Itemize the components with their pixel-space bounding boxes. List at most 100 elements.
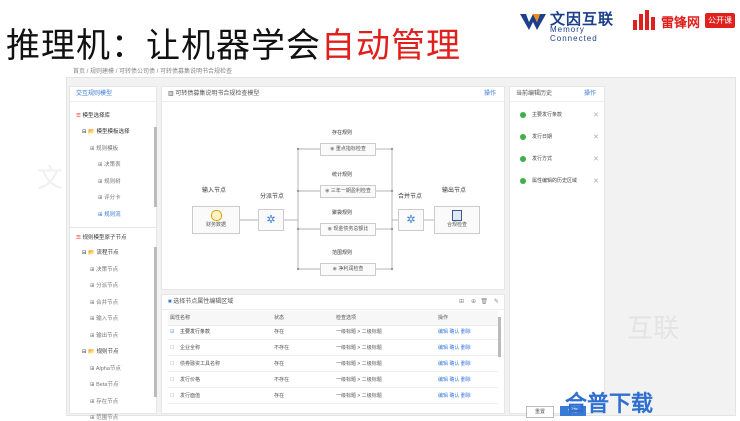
merge-icon: ✲ [406,214,416,226]
pencil-icon[interactable]: ✎ [494,295,499,309]
split-node[interactable]: ✲ [258,209,284,231]
edit-icon: ■ [168,299,172,305]
tree-item-label: 决策节点 [96,266,119,273]
cell-name: 企业全称 [180,345,201,351]
col-name: 属性名称 [170,315,191,321]
history-item[interactable]: 发行日期 ✕ [520,133,600,141]
scrollbar[interactable] [154,127,157,207]
chart-icon: ▥ [168,91,174,97]
tree-item[interactable]: ⊞ 评分卡 [98,193,121,201]
tree-item[interactable]: ⊞ Alpha节点 [90,364,121,372]
row-checkbox[interactable]: ☑ [170,325,174,339]
add-icon[interactable]: ⊕ [471,295,476,309]
title-main: 推理机：让机器学会 [6,26,321,66]
table-row[interactable]: ☑ 主要发行条款 存在 一级标题 > 二级标题 编辑 确认 删除 [168,325,498,340]
atomic-nodes-title: ☰ 规则模型原子节点 [76,235,127,241]
logo-mark-icon [520,14,546,30]
tree-item[interactable]: ⊞ 合并节点 [90,298,118,306]
table-row[interactable]: ☐ 发行价格 不存在 一级标题 > 二级标题 编辑 确认 删除 [168,373,498,388]
data-icon [210,210,222,221]
cell-ops[interactable]: 编辑 确认 删除 [438,357,471,371]
diagram-action-link[interactable]: 操作 [484,87,496,101]
row-checkbox[interactable]: ☐ [170,357,174,371]
logo-en: Memory Connected [550,25,598,43]
tree-item-label: 合并节点 [96,299,119,306]
col-status: 状态 [274,315,285,321]
tree-item[interactable]: ⊟ 📂 流程节点 [82,248,119,256]
scrollbar[interactable] [154,247,157,397]
open-class-badge: 公开课 [705,13,735,28]
cell-ops[interactable]: 编辑 确认 删除 [438,341,471,355]
history-action-link[interactable]: 操作 [584,87,596,101]
cell-ops[interactable]: 编辑 确认 删除 [438,373,471,387]
cell-option: 一级标题 > 二级标题 [336,329,382,335]
rule-node[interactable]: ◉ 重点指标检查 [320,143,376,156]
tree-item[interactable]: ⊞ 范围节点 [90,413,118,421]
tree-item-label: 存在节点 [96,398,119,405]
split-icon: ✲ [266,214,276,226]
watermark: 互联 [627,314,680,344]
merge-node[interactable]: ✲ [398,209,424,231]
output-node[interactable]: 合规检查 [434,206,480,234]
tree-item[interactable]: ⊞ 规则流 [98,210,121,218]
section2-label: 规则模型原子节点 [82,235,127,241]
output-node-label: 合规检查 [446,222,467,228]
download-site-logo: 合普下载 [565,386,653,418]
rule-group-label: 统计规则 [332,172,353,178]
tree-item[interactable]: ⊞ 输出节点 [90,331,118,339]
table-scrollbar[interactable] [498,317,501,357]
delete-icon[interactable]: 🗑 [480,295,488,309]
check-circle-icon [520,111,526,118]
cell-status: 不存在 [274,345,290,351]
cell-status: 存在 [274,329,285,335]
left-panel-title[interactable]: 交互规则模型 [76,91,112,97]
close-icon[interactable]: ✕ [593,155,599,163]
tree-item[interactable]: ⊟ 📂 模型模板选择 [82,127,130,135]
history-title: 当前编辑历史 [516,91,553,97]
tree-item[interactable]: ⊞ 存在节点 [90,397,118,405]
cell-name: 债券融资工具名称 [180,361,221,367]
cell-ops[interactable]: 编辑 确认 删除 [438,389,471,403]
tree-item[interactable]: ⊞ 分派节点 [90,281,118,289]
cell-status: 存在 [274,361,285,367]
reset-button[interactable]: 重置 [526,406,554,418]
close-icon[interactable]: ✕ [593,133,599,141]
tree-item[interactable]: ⊞ Beta节点 [90,380,118,388]
cell-status: 不存在 [274,377,290,383]
row-checkbox[interactable]: ☐ [170,341,174,355]
rule-node[interactable]: ◉ 三年一期盈利检查 [320,185,376,198]
attribute-title: 选择节点属性编辑区域 [173,299,234,305]
tree-item[interactable]: ⊞ 输入节点 [90,314,118,322]
history-item[interactable]: 发行方式 ✕ [520,155,600,163]
folder-icon: ⊟ 📂 [82,250,97,256]
table-row[interactable]: ☐ 企业全称 不存在 一级标题 > 二级标题 编辑 确认 删除 [168,341,498,356]
history-item[interactable]: 主要发行条款 ✕ [520,111,600,119]
row-checkbox[interactable]: ☐ [170,373,174,387]
cell-name: 主要发行条款 [180,329,211,335]
rule-group-label: 存在规则 [332,130,353,136]
tree-item[interactable]: ⊞ 决策节点 [90,265,118,273]
tree-item[interactable]: ⊞ 决策表 [98,160,121,168]
history-item[interactable]: 属性编辑的历史区域 ✕ [520,177,600,185]
close-icon[interactable]: ✕ [593,111,599,119]
breadcrumb[interactable]: 首页 / 规则建模 / 可转债公司债 / 可转债募集说明书合规检查 [73,66,232,75]
cell-ops[interactable]: 编辑 确认 删除 [438,325,471,339]
input-node[interactable]: 财务数据 [192,206,240,234]
cell-status: 存在 [274,393,285,399]
input-node-title: 输入节点 [202,188,227,194]
tree-item-label: 流程节点 [96,250,119,256]
tree-item[interactable]: ⊞ 规则树 [98,177,121,185]
cell-option: 一级标题 > 二级标题 [336,361,382,367]
leiphone-logo: 雷锋网 公开课 [633,8,737,34]
close-icon[interactable]: ✕ [593,177,599,185]
output-node-title: 输出节点 [442,188,467,194]
history-item-label: 主要发行条款 [532,112,563,118]
rule-node[interactable]: ◉ 净利润检查 [320,263,376,276]
tree-item[interactable]: ⊟ 📂 规则节点 [82,347,119,355]
tree-item[interactable]: ⊞ 规则模板 [90,144,118,152]
grid-icon[interactable]: ⊞ [459,295,464,309]
rule-node[interactable]: ◉ 现金债务总额比 [320,223,376,236]
table-row[interactable]: ☐ 债券融资工具名称 存在 一级标题 > 二级标题 编辑 确认 删除 [168,357,498,372]
table-row[interactable]: ☐ 发行面值 存在 一级标题 > 二级标题 编辑 确认 删除 [168,389,498,404]
row-checkbox[interactable]: ☐ [170,389,174,403]
